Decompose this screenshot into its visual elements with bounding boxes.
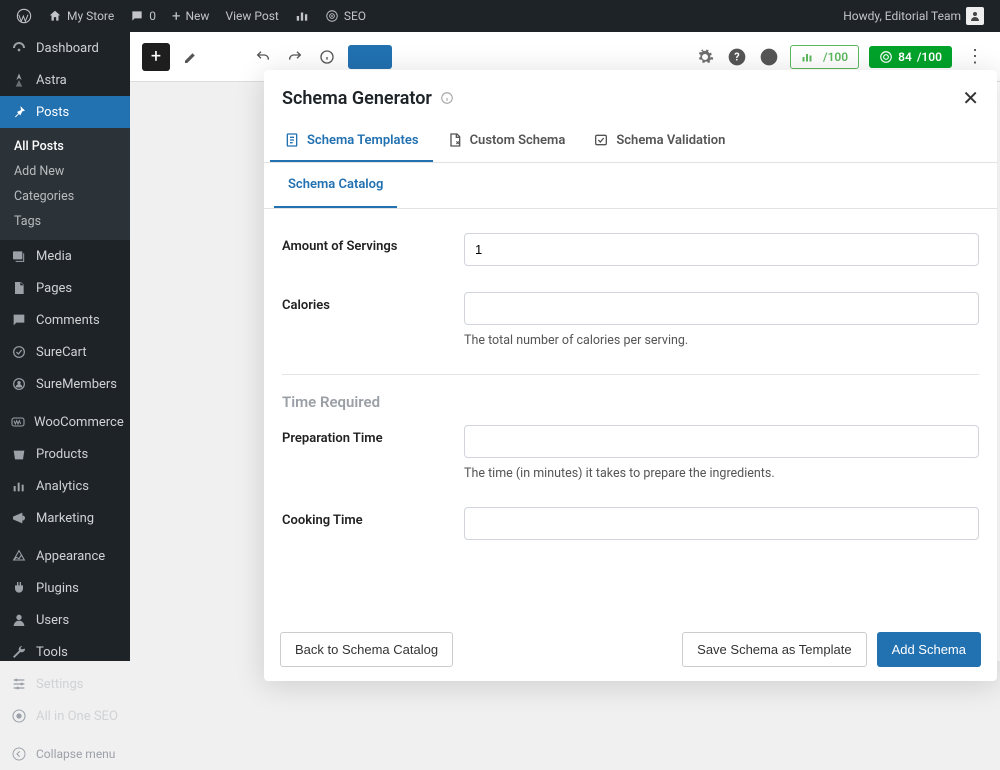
- help-prep-time: The time (in minutes) it takes to prepar…: [464, 466, 979, 481]
- close-modal-button[interactable]: ✕: [962, 86, 979, 110]
- collapse-icon: [11, 746, 27, 762]
- subtab-schema-catalog[interactable]: Schema Catalog: [274, 163, 397, 208]
- tools-icon: [11, 644, 27, 660]
- sidebar-item-woocommerce[interactable]: WooCommerce: [0, 406, 130, 438]
- appearance-icon: [11, 548, 27, 564]
- user-icon: [969, 10, 981, 22]
- wordpress-icon: [16, 8, 32, 24]
- tab-custom-schema[interactable]: Custom Schema: [433, 120, 580, 162]
- comment-icon: [130, 9, 144, 23]
- sidebar-item-settings[interactable]: Settings: [0, 668, 130, 700]
- products-icon: [11, 446, 27, 462]
- help-calories: The total number of calories per serving…: [464, 333, 979, 348]
- user-greeting[interactable]: Howdy, Editorial Team: [835, 0, 992, 32]
- sidebar-collapse[interactable]: Collapse menu: [0, 738, 130, 770]
- admin-sidebar: Dashboard Astra Posts All Posts Add New …: [0, 32, 130, 661]
- sidebar-item-tools[interactable]: Tools: [0, 636, 130, 668]
- aioseo-icon: [11, 708, 27, 724]
- media-icon: [11, 248, 27, 264]
- target-icon: [325, 9, 339, 23]
- sidebar-sub-tags[interactable]: Tags: [0, 209, 130, 234]
- label-cook-time: Cooking Time: [282, 507, 450, 540]
- chart-icon: [295, 9, 309, 23]
- schema-generator-modal: Schema Generator ✕ Schema Templates C: [264, 70, 997, 681]
- input-cook-time[interactable]: [464, 507, 979, 540]
- plugins-icon: [11, 580, 27, 596]
- sidebar-item-comments[interactable]: Comments: [0, 304, 130, 336]
- sidebar-sub-add-new[interactable]: Add New: [0, 159, 130, 184]
- sidebar-item-analytics[interactable]: Analytics: [0, 470, 130, 502]
- back-button[interactable]: Back to Schema Catalog: [280, 632, 453, 667]
- dashboard-icon: [11, 40, 27, 56]
- add-schema-button[interactable]: Add Schema: [877, 632, 981, 667]
- wp-logo[interactable]: [8, 0, 40, 32]
- analytics-icon: [11, 478, 27, 494]
- input-servings[interactable]: [464, 233, 979, 266]
- pin-icon: [11, 104, 27, 120]
- suremembers-icon: [11, 376, 27, 392]
- rank-icon-link[interactable]: [287, 0, 317, 32]
- sidebar-item-marketing[interactable]: Marketing: [0, 502, 130, 534]
- sidebar-sub-categories[interactable]: Categories: [0, 184, 130, 209]
- sidebar-item-dashboard[interactable]: Dashboard: [0, 32, 130, 64]
- input-prep-time[interactable]: [464, 425, 979, 458]
- page-icon: [11, 280, 27, 296]
- tab-schema-templates[interactable]: Schema Templates: [270, 120, 433, 162]
- new-label: New: [186, 9, 210, 23]
- view-post-link[interactable]: View Post: [217, 0, 286, 32]
- save-template-button[interactable]: Save Schema as Template: [682, 632, 866, 667]
- sidebar-sub-all-posts[interactable]: All Posts: [0, 134, 130, 159]
- info-icon[interactable]: [440, 91, 454, 105]
- sidebar-item-media[interactable]: Media: [0, 240, 130, 272]
- sidebar-item-aioseo[interactable]: All in One SEO: [0, 700, 130, 732]
- modal-title: Schema Generator: [282, 88, 454, 109]
- woo-icon: [10, 414, 26, 430]
- sidebar-item-posts[interactable]: Posts: [0, 96, 130, 128]
- custom-icon: [447, 132, 463, 148]
- comments-link[interactable]: 0: [122, 0, 164, 32]
- tab-schema-validation[interactable]: Schema Validation: [579, 120, 739, 162]
- astra-icon: [11, 72, 27, 88]
- new-link[interactable]: + New: [164, 0, 217, 32]
- home-icon: [48, 9, 62, 23]
- site-name: My Store: [67, 9, 114, 23]
- sidebar-item-surecart[interactable]: SureCart: [0, 336, 130, 368]
- seo-link[interactable]: SEO: [317, 0, 374, 32]
- users-icon: [11, 612, 27, 628]
- settings-icon: [11, 676, 27, 692]
- comments-count: 0: [149, 9, 156, 23]
- marketing-icon: [11, 510, 27, 526]
- sidebar-item-products[interactable]: Products: [0, 438, 130, 470]
- avatar: [966, 7, 984, 25]
- sidebar-item-pages[interactable]: Pages: [0, 272, 130, 304]
- input-calories[interactable]: [464, 292, 979, 325]
- label-calories: Calories: [282, 292, 450, 348]
- surecart-icon: [11, 344, 27, 360]
- sidebar-item-appearance[interactable]: Appearance: [0, 540, 130, 572]
- section-time-required: Time Required: [282, 374, 979, 425]
- site-link[interactable]: My Store: [40, 0, 122, 32]
- sidebar-item-users[interactable]: Users: [0, 604, 130, 636]
- sidebar-item-astra[interactable]: Astra: [0, 64, 130, 96]
- validation-icon: [593, 132, 609, 148]
- label-servings: Amount of Servings: [282, 233, 450, 266]
- templates-icon: [284, 132, 300, 148]
- comment-icon: [11, 312, 27, 328]
- plus-icon: +: [172, 7, 181, 25]
- sidebar-item-plugins[interactable]: Plugins: [0, 572, 130, 604]
- sidebar-item-suremembers[interactable]: SureMembers: [0, 368, 130, 400]
- label-prep-time: Preparation Time: [282, 425, 450, 481]
- sidebar-submenu-posts: All Posts Add New Categories Tags: [0, 128, 130, 240]
